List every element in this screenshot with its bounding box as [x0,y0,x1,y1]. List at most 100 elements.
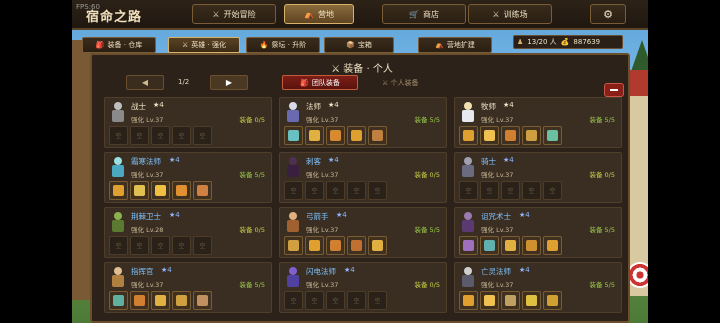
gear-icon: ⚙ [603,7,613,21]
equipment-slot-empty[interactable]: 空 [109,126,128,145]
equipment-slot-empty[interactable]: 空 [172,236,191,255]
hero-card[interactable]: 亡灵法师 ★4 强化 Lv.37 装备 5/5 [454,262,622,313]
subtab-2[interactable]: 🔥 祭坛 · 升阶 [246,37,320,53]
equipment-slot-filled[interactable] [284,236,303,255]
equipment-slot-filled[interactable] [368,126,387,145]
hero-card[interactable]: 刺客 ★4 强化 Lv.37 装备 0/5 空空空空空 [279,152,447,203]
close-button[interactable] [604,83,624,97]
nav-1-button[interactable]: ⛺ 营地 [284,4,354,24]
equipment-slot-filled[interactable] [193,181,212,200]
nav-3-button[interactable]: ⚔ 训练场 [468,4,552,24]
equipment-slot-empty[interactable]: 空 [347,181,366,200]
equipment-slot-empty[interactable]: 空 [326,291,345,310]
equipment-slot-filled[interactable] [459,291,478,310]
equipment-slot-empty[interactable]: 空 [347,291,366,310]
equipment-slot-filled[interactable] [459,236,478,255]
equipment-slot-filled[interactable] [522,291,541,310]
nav-2-button[interactable]: 🛒 商店 [382,4,466,24]
equipment-slot-filled[interactable] [305,236,324,255]
equipment-slot-empty[interactable]: 空 [305,291,324,310]
equipment-slot-filled[interactable] [130,181,149,200]
equipment-slot-filled[interactable] [501,236,520,255]
equipment-slots: 空空空空空 [459,181,562,200]
equipment-slot-empty[interactable]: 空 [480,181,499,200]
equipment-slot-filled[interactable] [368,236,387,255]
subtab-3[interactable]: 📦 宝箱 [324,37,394,53]
equipment-slot-filled[interactable] [347,236,366,255]
equipment-slots [109,291,212,310]
hero-level: 强化 Lv.37 [306,226,339,234]
equipment-slot-filled[interactable] [543,291,562,310]
hero-card[interactable]: 牧师 ★4 强化 Lv.37 装备 5/5 [454,97,622,148]
equipment-slot-empty[interactable]: 空 [109,236,128,255]
equipment-slot-empty[interactable]: 空 [284,181,303,200]
equipment-slot-filled[interactable] [480,126,499,145]
equipment-slot-filled[interactable] [522,236,541,255]
equipment-slot-filled[interactable] [151,291,170,310]
hero-card[interactable]: 弓箭手 ★4 强化 Lv.37 装备 5/5 [279,207,447,258]
hero-level: 强化 Lv.37 [131,116,164,124]
hero-card[interactable]: 法师 ★4 强化 Lv.37 装备 5/5 [279,97,447,148]
hero-card[interactable]: 诅咒术士 ★4 强化 Lv.37 装备 5/5 [454,207,622,258]
equipment-slot-empty[interactable]: 空 [522,181,541,200]
equipment-slot-filled[interactable] [151,181,170,200]
hero-card[interactable]: 霜寒法师 ★4 强化 Lv.37 装备 5/5 [104,152,272,203]
equipment-slot-filled[interactable] [501,291,520,310]
hero-card[interactable]: 闪电法师 ★4 强化 Lv.37 装备 0/5 空空空空空 [279,262,447,313]
nav-0-button[interactable]: ⚔ 开始冒险 [192,4,276,24]
equipment-slot-filled[interactable] [193,291,212,310]
equipment-slot-empty[interactable]: 空 [459,181,478,200]
equipment-slot-filled[interactable] [347,126,366,145]
equipment-slot-filled[interactable] [109,291,128,310]
equipment-slot-empty[interactable]: 空 [193,236,212,255]
subtab-0[interactable]: 🎒 装备 · 仓库 [82,37,156,53]
equipment-slot-filled[interactable] [543,126,562,145]
equipment-slot-filled[interactable] [172,291,191,310]
equipment-slot-empty[interactable]: 空 [130,126,149,145]
equipment-slot-empty[interactable]: 空 [130,236,149,255]
hero-card[interactable]: 骑士 ★4 强化 Lv.37 装备 0/5 空空空空空 [454,152,622,203]
subtab-1[interactable]: ⚔ 英雄 · 强化 [168,37,240,53]
hero-portrait [284,101,302,123]
hero-card[interactable]: 指挥官 ★4 强化 Lv.37 装备 5/5 [104,262,272,313]
equipment-slot-filled[interactable] [305,126,324,145]
prev-page-button[interactable]: ◀ [126,75,164,90]
hero-stars: ★4 [169,211,180,219]
equipment-slot-filled[interactable] [459,126,478,145]
next-page-button[interactable]: ▶ [210,75,248,90]
hero-card[interactable]: 荆棘卫士 ★4 强化 Lv.28 装备 0/5 空空空空空 [104,207,272,258]
equipment-slot-empty[interactable]: 空 [326,181,345,200]
equipment-slot-filled[interactable] [480,291,499,310]
equipment-slot-filled[interactable] [501,126,520,145]
equipment-slot-empty[interactable]: 空 [501,181,520,200]
equipment-slot-filled[interactable] [326,236,345,255]
equipment-slot-filled[interactable] [109,181,128,200]
equipment-slot-filled[interactable] [284,126,303,145]
hero-portrait [459,101,477,123]
equipment-slot-filled[interactable] [522,126,541,145]
equipment-slot-empty[interactable]: 空 [151,236,170,255]
equipment-slots [459,291,562,310]
equipment-slot-empty[interactable]: 空 [305,181,324,200]
equipment-slot-empty[interactable]: 空 [284,291,303,310]
bag-icon: 🎒 [95,41,105,49]
subtab-4[interactable]: ⛺ 营地扩建 [418,37,492,53]
equipment-item-icon [197,295,208,306]
equipment-slot-empty[interactable]: 空 [151,126,170,145]
equipment-slot-empty[interactable]: 空 [172,126,191,145]
equipment-slot-empty[interactable]: 空 [368,291,387,310]
equipment-slot-filled[interactable] [326,126,345,145]
team-equipment-tab[interactable]: 🎒 团队装备 [282,75,358,90]
settings-button[interactable]: ⚙ [590,4,626,24]
equipment-slot-empty[interactable]: 空 [368,181,387,200]
hero-card[interactable]: 战士 ★4 强化 Lv.37 装备 0/5 空空空空空 [104,97,272,148]
hero-stars: ★4 [161,266,172,274]
equipment-slot-filled[interactable] [130,291,149,310]
equipment-slot-empty[interactable]: 空 [543,181,562,200]
hero-portrait [459,156,477,178]
equipment-slot-empty[interactable]: 空 [193,126,212,145]
equipment-slot-filled[interactable] [172,181,191,200]
equipment-slot-filled[interactable] [480,236,499,255]
equipment-slot-filled[interactable] [543,236,562,255]
personal-equipment-tab[interactable]: ⚔ 个人装备 [382,78,419,88]
